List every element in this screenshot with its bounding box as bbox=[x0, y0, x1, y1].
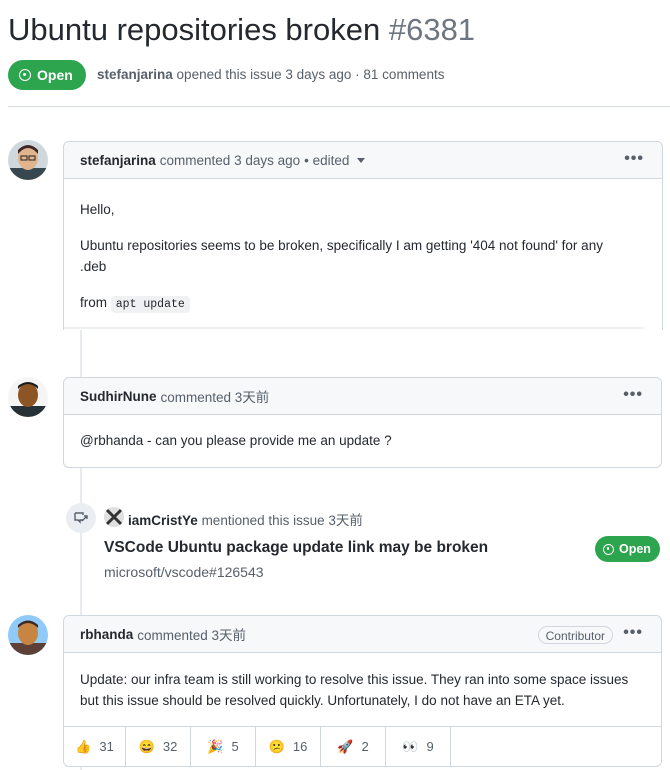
thumbs-up-icon: 👍 bbox=[75, 738, 92, 754]
more-options-icon[interactable]: ••• bbox=[623, 387, 643, 403]
avatar-rbhanda-image bbox=[8, 615, 48, 655]
reactions-bar: 👍 31 😄 32 🎉 5 😕 16 🚀 2 👀 9 bbox=[64, 726, 661, 766]
reaction-count: 16 bbox=[292, 739, 308, 754]
reaction-count: 32 bbox=[162, 739, 178, 754]
reaction-rocket-button[interactable]: 🚀 2 bbox=[321, 727, 386, 766]
issue-number: #6381 bbox=[388, 12, 476, 47]
reference-state-label: Open bbox=[619, 542, 651, 556]
reaction-confused-button[interactable]: 😕 16 bbox=[256, 727, 321, 766]
rocket-icon: 🚀 bbox=[337, 738, 354, 754]
comment-text: from bbox=[80, 295, 107, 310]
comment-line: from apt update bbox=[80, 292, 646, 315]
comment-author[interactable]: rbhanda bbox=[80, 627, 133, 642]
comment-fade bbox=[64, 327, 644, 329]
issue-state-badge: Open bbox=[8, 60, 86, 90]
avatar[interactable] bbox=[104, 507, 124, 527]
comment-body: Update: our infra team is still working … bbox=[64, 669, 661, 711]
comment-body: Hello, Ubuntu repositories seems to be b… bbox=[64, 199, 662, 315]
edited-label[interactable]: • edited bbox=[304, 153, 349, 168]
comment-line: .deb bbox=[80, 259, 107, 274]
comment-author[interactable]: stefanjarina bbox=[80, 153, 156, 168]
reference-title-link[interactable]: VSCode Ubuntu package update link may be… bbox=[104, 539, 488, 557]
contributor-badge: Contributor bbox=[537, 626, 613, 644]
comment-timestamp[interactable]: commented 3天前 bbox=[161, 386, 270, 406]
comment-timestamp[interactable]: commented 3天前 bbox=[137, 624, 246, 644]
comment-box: stefanjarina commented 3 days ago • edit… bbox=[63, 141, 663, 330]
mention-author[interactable]: iamCristYe bbox=[128, 513, 198, 528]
comment-header: SudhirNune commented 3天前 ••• bbox=[64, 378, 661, 415]
issue-opened-icon bbox=[603, 543, 614, 555]
avatar[interactable] bbox=[8, 615, 48, 655]
comment-body: @rbhanda - can you please provide me an … bbox=[64, 430, 661, 451]
issue-meta-text: opened this issue 3 days ago · 81 commen… bbox=[176, 67, 445, 82]
reaction-hooray-button[interactable]: 🎉 5 bbox=[191, 727, 256, 766]
comment-box: rbhanda commented 3天前 Contributor ••• Up… bbox=[63, 615, 662, 767]
laugh-icon: 😄 bbox=[138, 738, 155, 754]
more-options-icon[interactable]: ••• bbox=[623, 625, 643, 641]
header-divider bbox=[8, 106, 670, 107]
avatar[interactable] bbox=[8, 140, 48, 180]
reaction-eyes-button[interactable]: 👀 9 bbox=[386, 727, 451, 766]
issue-meta: stefanjarina opened this issue 3 days ag… bbox=[97, 67, 444, 82]
comment-line: Ubuntu repositories seems to be broken, … bbox=[80, 238, 603, 253]
inline-code: apt update bbox=[110, 296, 190, 313]
avatar-stefanjarina-image bbox=[8, 140, 48, 180]
mention-text: mentioned this issue 3天前 bbox=[201, 513, 363, 528]
comment-timestamp[interactable]: commented 3 days ago bbox=[160, 153, 300, 168]
issue-title-text: Ubuntu repositories broken bbox=[8, 12, 381, 47]
comment-line: but this issue should be resolved quickl… bbox=[80, 693, 565, 708]
eyes-icon: 👀 bbox=[402, 738, 419, 754]
chevron-down-icon[interactable] bbox=[357, 157, 366, 163]
issue-author-link[interactable]: stefanjarina bbox=[97, 67, 173, 82]
cross-reference-icon bbox=[66, 503, 96, 533]
issue-title: Ubuntu repositories broken #6381 bbox=[8, 12, 475, 48]
comment-line: Hello, bbox=[80, 202, 115, 217]
more-options-icon[interactable]: ••• bbox=[624, 151, 644, 167]
issue-state-label: Open bbox=[37, 67, 73, 83]
reaction-thumbs-up-button[interactable]: 👍 31 bbox=[64, 727, 126, 766]
reference-repo-link[interactable]: microsoft/vscode#126543 bbox=[104, 564, 264, 580]
mention-event: iamCristYe mentioned this issue 3天前 bbox=[128, 509, 363, 529]
party-popper-icon: 🎉 bbox=[207, 738, 224, 754]
comment-line: @rbhanda - can you please provide me an … bbox=[80, 433, 392, 448]
comment-header: stefanjarina commented 3 days ago • edit… bbox=[64, 142, 662, 179]
comment-header: rbhanda commented 3天前 Contributor ••• bbox=[64, 616, 661, 653]
confused-face-icon: 😕 bbox=[268, 738, 285, 754]
reaction-count: 2 bbox=[361, 739, 369, 754]
cross-reference-glyph bbox=[74, 512, 88, 524]
reaction-count: 9 bbox=[426, 739, 434, 754]
issue-opened-icon bbox=[19, 69, 31, 81]
comment-box: SudhirNune commented 3天前 ••• @rbhanda - … bbox=[63, 377, 662, 468]
avatar[interactable] bbox=[8, 377, 48, 417]
comment-line: Update: our infra team is still working … bbox=[80, 672, 629, 687]
reaction-laugh-button[interactable]: 😄 32 bbox=[126, 727, 191, 766]
reaction-count: 31 bbox=[99, 739, 114, 754]
avatar-iamcristye-image bbox=[104, 507, 124, 527]
reaction-count: 5 bbox=[231, 739, 239, 754]
comment-author[interactable]: SudhirNune bbox=[80, 389, 157, 404]
avatar-sudhirnune-image bbox=[8, 377, 48, 417]
reference-state-badge: Open bbox=[595, 536, 660, 562]
